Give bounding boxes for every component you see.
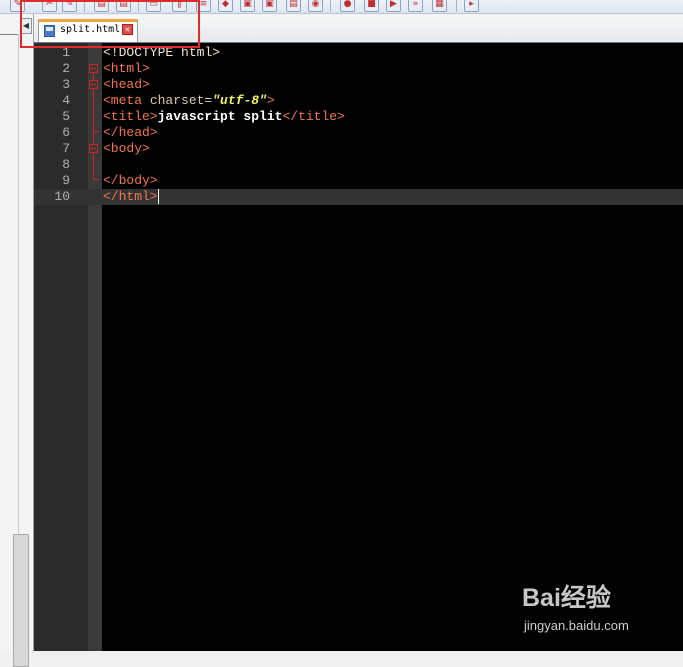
stop-macro-button[interactable]: ■ [364, 0, 379, 12]
toolbar-button[interactable]: ▣ [240, 0, 255, 12]
play-macro-button[interactable]: ▶ [386, 0, 401, 12]
line-number: 3 [62, 77, 70, 92]
code-line-2: 2 <html> [34, 61, 683, 77]
toolbar-button[interactable]: ▣ [262, 0, 277, 12]
code-line-8: 8 [34, 157, 683, 173]
line-number: 7 [62, 141, 70, 156]
code-text: </head> [103, 125, 158, 140]
fold-marker-icon[interactable] [89, 64, 98, 73]
code-line-7: 7 <body> [34, 141, 683, 157]
side-panel-scrollbar[interactable] [13, 534, 29, 667]
record-macro-button[interactable]: ● [340, 0, 355, 12]
code-editor[interactable]: 1 <!DOCTYPE html> 2 <html> 3 <head> 4 <m… [34, 43, 683, 651]
code-line-10: 10 </html> [34, 189, 683, 205]
code-text: <body> [103, 141, 150, 156]
run-button[interactable]: ▸ [464, 0, 479, 12]
run-macro-button[interactable]: » [408, 0, 423, 12]
side-panel: ◀ [0, 14, 34, 667]
code-text: <html> [103, 61, 150, 76]
watermark-url: jingyan.baidu.com [524, 618, 629, 633]
toolbar-button[interactable]: ▤ [286, 0, 301, 12]
toolbar-button[interactable]: ◉ [308, 0, 323, 12]
watermark: Bai经验 jingyan.baidu.com [522, 578, 682, 638]
line-number: 9 [62, 173, 70, 188]
line-number: 10 [54, 189, 70, 204]
code-line-5: 5 <title>javascript split</title> [34, 109, 683, 125]
highlight-annotation-box [20, 0, 200, 48]
code-text: </html> [103, 189, 159, 204]
code-line-9: 9 </body> [34, 173, 683, 189]
line-number: 8 [62, 157, 70, 172]
line-number: 5 [62, 109, 70, 124]
watermark-logo: Bai经验 [522, 584, 611, 612]
code-text: <title>javascript split</title> [103, 109, 345, 124]
line-number: 6 [62, 125, 70, 140]
line-number: 4 [62, 93, 70, 108]
fold-marker-icon[interactable] [89, 144, 98, 153]
code-text: <head> [103, 77, 150, 92]
save-macro-button[interactable]: ▦ [432, 0, 447, 12]
code-line-4: 4 <meta charset="utf-8"> [34, 93, 683, 109]
toolbar-button[interactable]: ◆ [218, 0, 233, 12]
code-line-6: 6 </head> [34, 125, 683, 141]
code-text: </body> [103, 173, 158, 188]
code-line-3: 3 <head> [34, 77, 683, 93]
text-caret [157, 189, 159, 204]
code-text: <meta charset="utf-8"> [103, 93, 275, 108]
line-number: 2 [62, 61, 70, 76]
fold-marker-icon[interactable] [89, 80, 98, 89]
